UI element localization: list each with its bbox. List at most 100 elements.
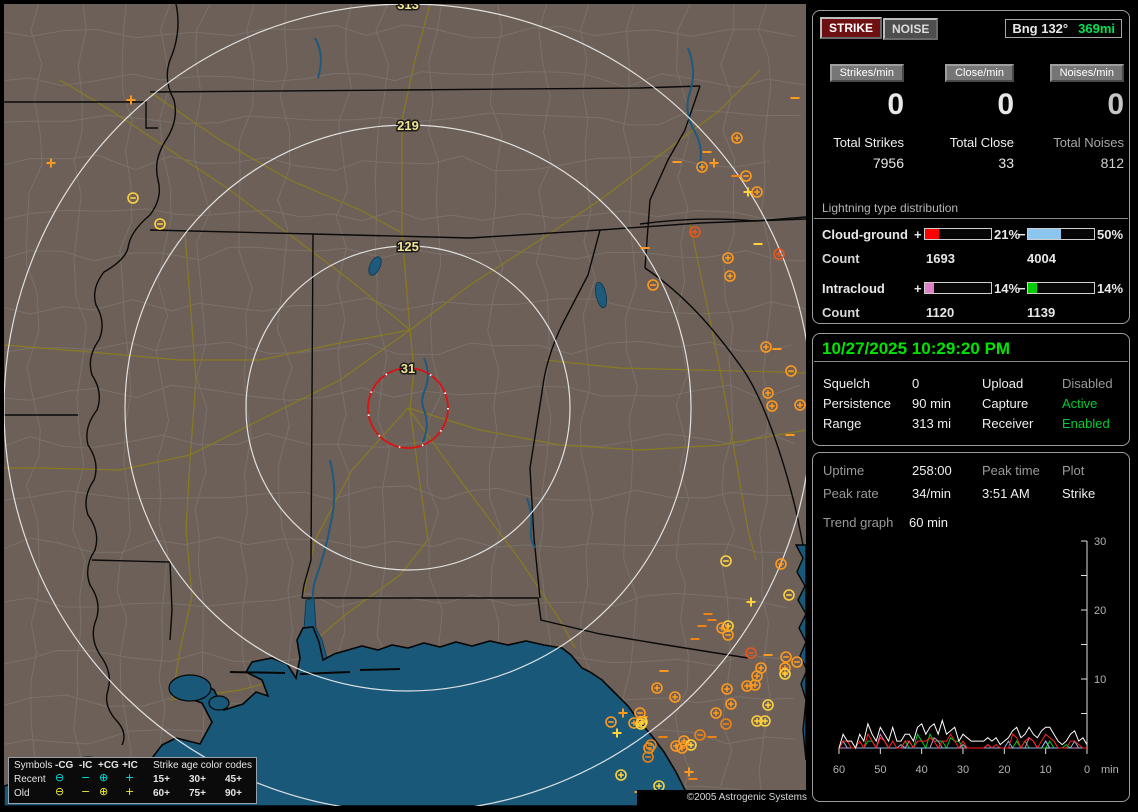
squelch-label: Squelch [823, 376, 870, 391]
peak-time-label: Peak time [982, 463, 1040, 478]
ring-label-125: 125 [397, 239, 419, 254]
receiver-status: Enabled [1062, 416, 1110, 431]
cg-plus-bar [924, 228, 992, 240]
plot-label: Plot [1062, 463, 1085, 478]
legend-ic-minus-icon: − [81, 785, 91, 798]
legend-ic-plus-icon: + [125, 771, 135, 784]
cg-plus-percent: 21% [994, 227, 1021, 242]
legend-cg-minus-icon: ⊖ [55, 785, 65, 798]
strike-button[interactable]: STRIKE [820, 17, 883, 39]
legend-header-pcg: +CG [98, 760, 119, 771]
ring-label-313: 313 [397, 0, 419, 12]
close-per-min-button[interactable]: Close/min [945, 64, 1014, 82]
trend-graph-label: Trend graph [823, 515, 894, 530]
noises-counter-column: Noises/min 0 Total Noises 812 [1014, 63, 1124, 171]
intracloud-label: Intracloud [822, 281, 885, 296]
persistence-value: 90 min [912, 396, 952, 411]
count-label: Count [822, 305, 860, 320]
noises-per-min-value: 0 [1107, 88, 1124, 121]
intracloud-row: Intracloud + 14% − 14% [813, 281, 1129, 296]
distribution-title: Lightning type distribution [822, 201, 959, 215]
total-close-label: Total Close [949, 135, 1014, 150]
legend-cg-plus-icon: ⊕ [99, 785, 109, 798]
map-legend: Symbols -CG -IC +CG +IC Strike age color… [8, 757, 257, 804]
trend-chart: 10 20 30 60 50 40 30 20 10 0 min [833, 536, 1119, 776]
divider [814, 218, 1128, 219]
trend-graph-window: 60 min [909, 515, 949, 530]
trend-x-tick: 20 [998, 764, 1010, 776]
ic-minus-bar [1027, 282, 1095, 294]
peak-rate-label: Peak rate [823, 486, 879, 501]
bearing-range-display: Bng 132° 369mi [1005, 19, 1122, 38]
map-area[interactable]: 313 219 125 31 Symbols -CG -IC +CG +IC Stri… [0, 0, 810, 812]
strikes-counter-column: Strikes/min 0 Total Strikes 7956 [813, 63, 904, 171]
close-counter-column: Close/min 0 Total Close 33 [904, 63, 1014, 171]
range-value: 369mi [1078, 21, 1115, 36]
strikes-per-min-value: 0 [887, 88, 904, 121]
total-close-value: 33 [998, 155, 1014, 171]
trend-y-tick: 20 [1094, 605, 1106, 617]
trend-x-unit: min [1101, 764, 1119, 776]
total-strikes-label: Total Strikes [833, 135, 904, 150]
ring-label-219: 219 [397, 118, 419, 133]
trend-y-tick: 10 [1094, 674, 1106, 686]
cloud-ground-label: Cloud-ground [822, 227, 908, 242]
peak-rate-value: 34/min [912, 486, 952, 501]
trend-x-tick: 50 [874, 764, 886, 776]
upload-label: Upload [982, 376, 1024, 391]
legend-age-30: 30+ [189, 774, 206, 785]
legend-age-60: 60+ [153, 788, 170, 799]
capture-label: Capture [982, 396, 1029, 411]
ic-plus-count: 1120 [926, 305, 955, 320]
persistence-label: Persistence [823, 396, 891, 411]
map-bottom-strip [0, 806, 810, 812]
nexstorm-window: 313 219 125 31 Symbols -CG -IC +CG +IC Stri… [0, 0, 1138, 812]
upload-status: Disabled [1062, 376, 1113, 391]
cg-minus-count: 4004 [1027, 251, 1056, 266]
legend-ic-minus-icon: − [81, 771, 91, 784]
lightning-map[interactable]: 313 219 125 31 [0, 0, 810, 812]
legend-cg-plus-icon: ⊕ [99, 771, 109, 784]
uptime-value: 258:00 [912, 463, 952, 478]
trend-x-tick: 0 [1084, 764, 1090, 776]
receiver-label: Receiver [982, 416, 1034, 431]
uptime-label: Uptime [823, 463, 865, 478]
strike-stats-panel: STRIKE NOISE Bng 132° 369mi Strikes/min 0… [812, 10, 1130, 324]
strikes-per-min-button[interactable]: Strikes/min [829, 64, 904, 82]
total-strikes-value: 7956 [872, 155, 904, 171]
plus-sign: + [914, 227, 922, 242]
legend-age-45: 45+ [225, 774, 242, 785]
trend-x-tick: 10 [1040, 764, 1052, 776]
ring-label-31: 31 [401, 361, 415, 376]
minus-sign: − [1018, 227, 1026, 242]
minus-sign: − [1018, 281, 1026, 296]
range-value: 313 mi [912, 416, 952, 431]
squelch-value: 0 [912, 376, 920, 391]
legend-age-75: 75+ [189, 788, 206, 799]
legend-age-15: 15+ [153, 774, 170, 785]
legend-age-90: 90+ [225, 788, 242, 799]
legend-cg-minus-icon: ⊖ [55, 771, 65, 784]
close-per-min-value: 0 [997, 88, 1014, 121]
legend-header-symbols: Symbols [14, 760, 53, 771]
trend-x-tick: 40 [916, 764, 928, 776]
ic-minus-count: 1139 [1027, 305, 1056, 320]
cg-minus-percent: 50% [1097, 227, 1124, 242]
plot-mode-value: Strike [1062, 486, 1096, 501]
capture-status: Active [1062, 396, 1098, 411]
divider [814, 361, 1128, 362]
legend-row-recent-label: Recent [14, 774, 46, 785]
plus-sign: + [914, 281, 922, 296]
noise-button[interactable]: NOISE [883, 18, 939, 40]
datetime-display: 10/27/2025 10:29:20 PM [822, 339, 1011, 358]
cloud-ground-row: Cloud-ground + 21% − 50% [813, 227, 1129, 242]
copyright-text: ©2005 Astrogenic Systems [637, 790, 810, 806]
ic-plus-percent: 14% [994, 281, 1021, 296]
legend-header-pic: +IC [122, 760, 138, 771]
ic-plus-bar [924, 282, 992, 294]
cg-plus-count: 1693 [926, 251, 955, 266]
noises-per-min-button[interactable]: Noises/min [1049, 64, 1124, 82]
trend-panel: Uptime 258:00 Peak time Plot Peak rate 3… [812, 452, 1130, 802]
legend-ic-plus-icon: + [125, 785, 135, 798]
peak-time-value: 3:51 AM [982, 486, 1030, 501]
